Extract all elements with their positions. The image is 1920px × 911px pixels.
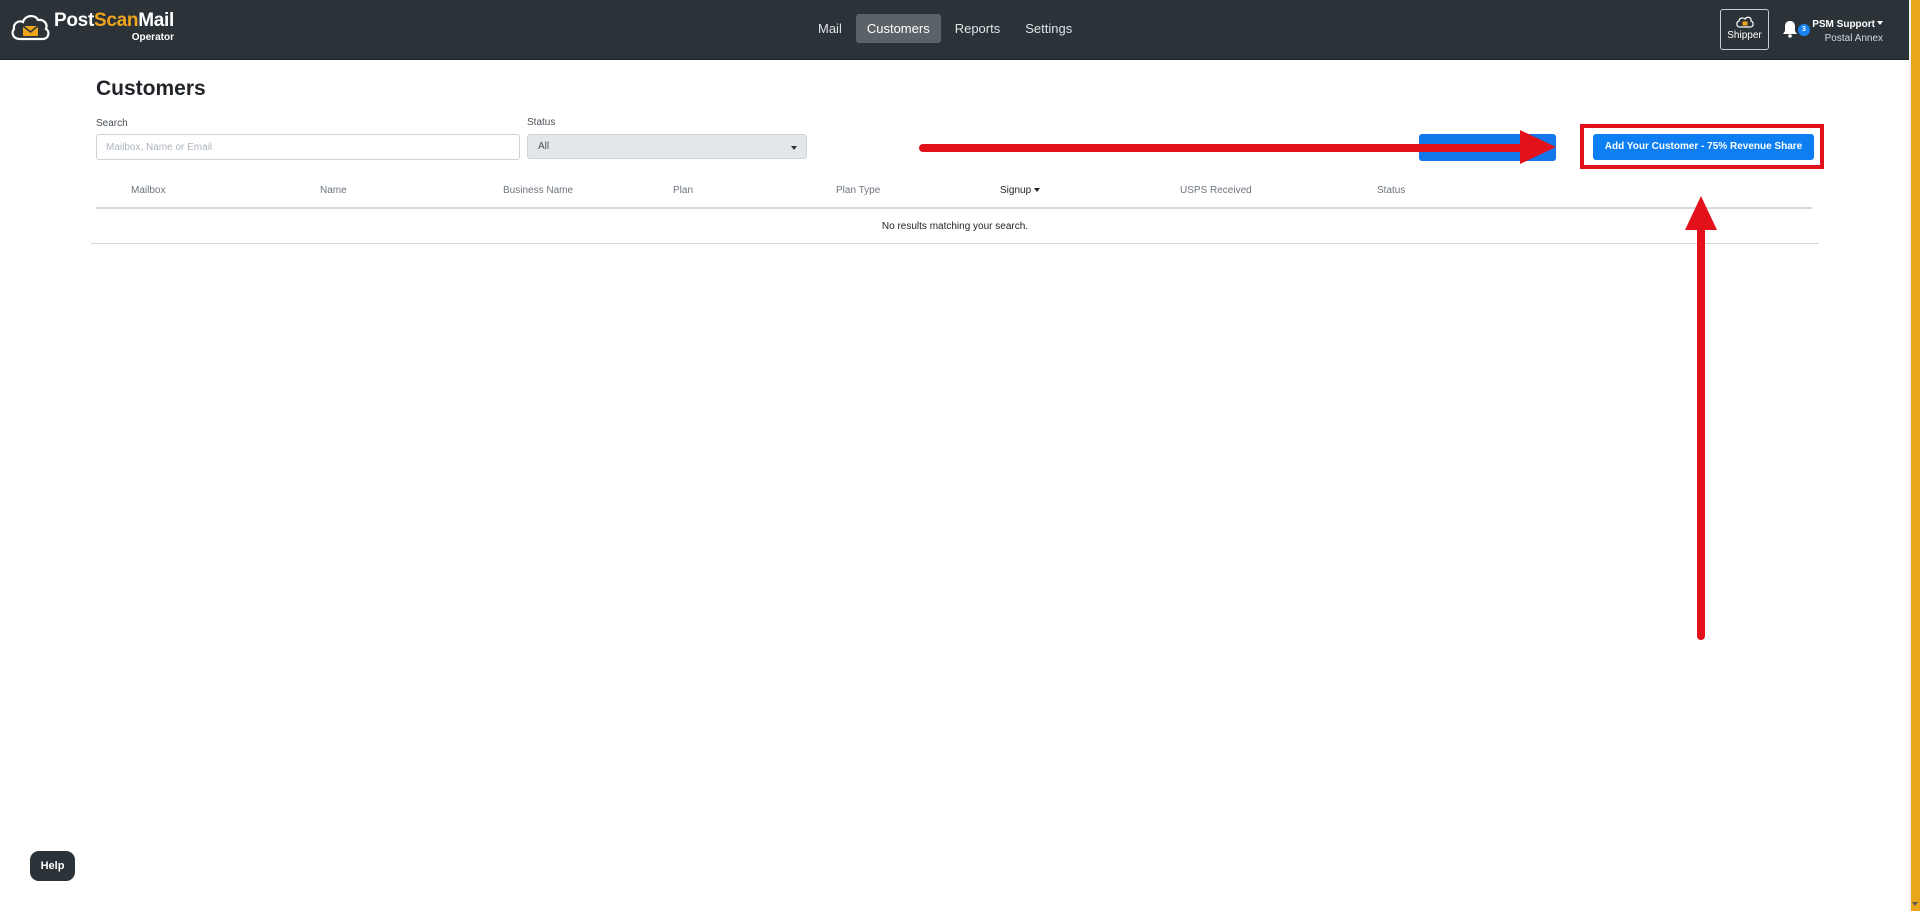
notification-badge: 3 [1798, 24, 1810, 36]
search-input[interactable] [96, 134, 520, 160]
status-select[interactable]: All [527, 134, 807, 159]
brand-name-1: Post [54, 10, 94, 31]
annotation-arrow-vertical [1685, 196, 1717, 640]
chevron-down-icon [791, 146, 797, 150]
column-header-name[interactable]: Name [320, 185, 347, 196]
add-customer-button[interactable]: Add Your Customer - 75% Revenue Share [1593, 134, 1814, 160]
search-label: Search [96, 118, 128, 129]
table-empty-message: No results matching your search. [91, 210, 1819, 244]
column-header-signup-label: Signup [1000, 185, 1032, 196]
status-label: Status [527, 117, 556, 128]
brand-logo[interactable]: PostScanMail Operator [10, 11, 174, 43]
main-nav: Mail Customers Reports Settings [807, 14, 1086, 43]
help-button[interactable]: Help [30, 851, 75, 881]
user-location: Postal Annex [1824, 32, 1883, 44]
shipper-button[interactable]: Shipper [1720, 9, 1769, 50]
scroll-down-arrow-icon[interactable] [1912, 902, 1918, 906]
user-menu[interactable]: PSM Support Postal Annex [1812, 18, 1883, 45]
nav-reports[interactable]: Reports [944, 14, 1012, 43]
bell-icon[interactable] [1782, 20, 1798, 38]
column-header-plan[interactable]: Plan [673, 185, 693, 196]
nav-mail[interactable]: Mail [807, 14, 853, 43]
page-title: Customers [96, 77, 206, 100]
sort-desc-icon [1034, 188, 1041, 192]
cloud-box-icon [1735, 16, 1754, 28]
brand-name-3: Mail [138, 10, 174, 31]
secondary-action-button[interactable] [1419, 134, 1556, 161]
shipper-label: Shipper [1727, 30, 1762, 41]
top-navbar: PostScanMail Operator Mail Customers Rep… [0, 0, 1909, 60]
column-header-mailbox[interactable]: Mailbox [131, 185, 165, 196]
column-header-signup[interactable]: Signup [1000, 185, 1041, 196]
column-header-status[interactable]: Status [1377, 185, 1405, 196]
nav-customers[interactable]: Customers [855, 14, 941, 43]
table-header: Mailbox Name Business Name Plan Plan Typ… [96, 182, 1812, 209]
column-header-business-name[interactable]: Business Name [503, 185, 573, 196]
column-header-plan-type[interactable]: Plan Type [836, 185, 880, 196]
cloud-mail-icon [11, 15, 50, 41]
nav-settings[interactable]: Settings [1014, 14, 1083, 43]
status-select-value: All [538, 141, 550, 152]
chevron-down-icon [1877, 21, 1883, 25]
brand-subtitle: Operator [131, 32, 174, 43]
brand-name-2: Scan [93, 10, 139, 31]
user-name: PSM Support [1812, 19, 1875, 30]
column-header-usps-received[interactable]: USPS Received [1180, 185, 1252, 196]
scrollbar-thumb[interactable] [1911, 0, 1920, 911]
